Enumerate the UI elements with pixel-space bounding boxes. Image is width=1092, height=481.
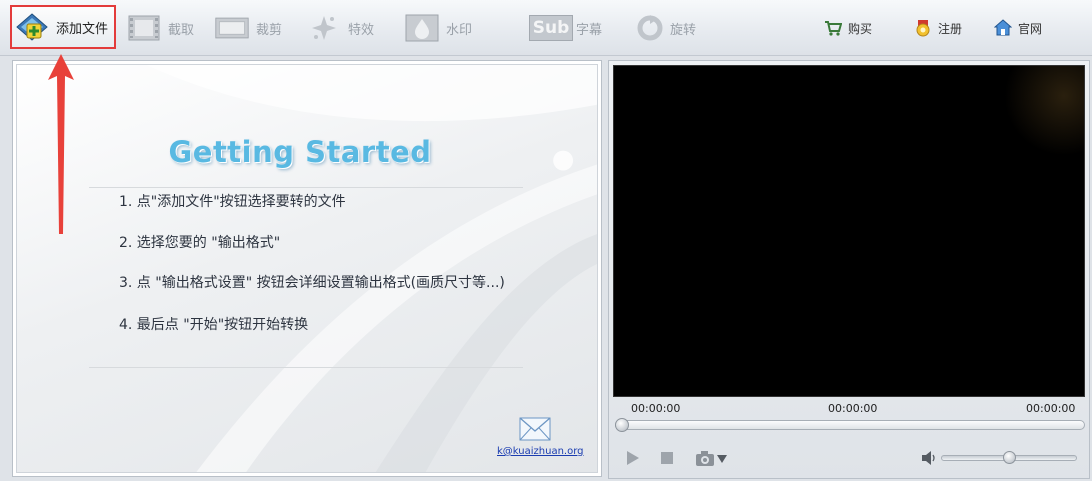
snapshot-button[interactable] (695, 449, 729, 467)
add-file-icon (14, 11, 50, 43)
add-file-button[interactable]: 添加文件 (10, 5, 117, 49)
play-icon (627, 451, 639, 465)
buy-button[interactable]: 购买 (822, 8, 872, 48)
capture-label: 截取 (168, 22, 195, 38)
time-middle: 00:00:00 (828, 402, 878, 415)
mail-icon[interactable] (519, 417, 551, 441)
bottom-divider (89, 367, 523, 368)
crop-frame-icon (214, 12, 250, 44)
time-total: 00:00:00 (1026, 402, 1076, 415)
step-2-text: 2. 选择您要的 "输出格式" (119, 235, 281, 251)
effects-button[interactable]: 特效 (306, 8, 374, 48)
website-label: 官网 (1018, 21, 1043, 36)
main-toolbar: 添加文件 截取 裁剪 特效 水印 Sub 字幕 旋转 购买 注册 官网 (0, 0, 1092, 56)
step-3-text: 3. 点 "输出格式设置" 按钮会详细设置输出格式(画质尺寸等...) (119, 275, 505, 291)
register-label: 注册 (938, 21, 963, 36)
top-divider (89, 187, 523, 188)
camera-icon (696, 451, 727, 466)
getting-started-title: Getting Started (168, 135, 432, 169)
step-1-text: 1. 点"添加文件"按钮选择要转的文件 (119, 194, 346, 210)
medal-icon (912, 12, 934, 44)
step-4-text: 4. 最后点 "开始"按钮开始转换 (119, 317, 309, 333)
video-player: 00:00:00 00:00:00 00:00:00 (608, 60, 1090, 479)
film-strip-icon (126, 12, 162, 44)
video-glow (1004, 66, 1084, 156)
crop-label: 裁剪 (256, 22, 283, 38)
getting-started-panel: Getting Started 1. 点"添加文件"按钮选择要转的文件 2. 选… (12, 60, 602, 477)
register-button[interactable]: 注册 (912, 8, 962, 48)
time-current: 00:00:00 (631, 402, 681, 415)
rotate-label: 旋转 (670, 22, 697, 38)
subtitle-label: 字幕 (576, 22, 603, 38)
rotate-icon (636, 12, 664, 44)
volume-handle[interactable] (1002, 451, 1016, 464)
add-file-label: 添加文件 (56, 21, 109, 37)
play-button[interactable] (625, 449, 641, 467)
buy-label: 购买 (848, 21, 873, 36)
crop-button[interactable]: 裁剪 (214, 8, 282, 48)
watermark-label: 水印 (446, 22, 473, 38)
email-link[interactable]: k@kuaizhuan.org (497, 446, 584, 457)
capture-button[interactable]: 截取 (126, 8, 194, 48)
sparkle-icon (306, 12, 342, 44)
home-icon (992, 12, 1014, 44)
decorative-swoosh (146, 65, 597, 472)
watermark-button[interactable]: 水印 (404, 8, 472, 48)
subtitle-icon: Sub (528, 12, 574, 44)
shopping-cart-icon (822, 12, 844, 44)
stop-icon (661, 452, 673, 464)
seek-bar[interactable] (615, 420, 1085, 430)
red-annotation-arrow (48, 54, 74, 234)
rotate-button[interactable]: 旋转 (636, 8, 696, 48)
water-drop-icon (404, 12, 440, 44)
speaker-icon (922, 451, 935, 465)
effects-label: 特效 (348, 22, 375, 38)
video-preview[interactable] (613, 65, 1085, 397)
seek-handle[interactable] (615, 418, 629, 432)
stop-button[interactable] (659, 449, 675, 467)
getting-started-background: Getting Started 1. 点"添加文件"按钮选择要转的文件 2. 选… (16, 64, 598, 473)
website-button[interactable]: 官网 (992, 8, 1042, 48)
volume-button[interactable] (921, 451, 937, 465)
subtitle-button[interactable]: Sub 字幕 (528, 8, 603, 48)
